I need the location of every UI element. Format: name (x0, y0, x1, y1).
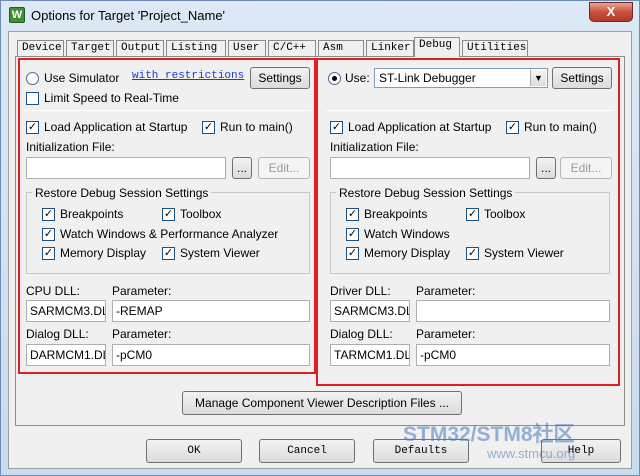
tab-target[interactable]: Target (66, 40, 114, 56)
dialog-body: Device Target Output Listing User C/C++ … (8, 31, 632, 469)
tab-asm[interactable]: Asm (318, 40, 364, 56)
keil-uvision-icon: W (9, 7, 25, 23)
watermark-brand: STM32/STM8社区 (403, 423, 575, 446)
options-window: W Options for Target 'Project_Name' X De… (0, 0, 640, 476)
tab-utilities[interactable]: Utilities (462, 40, 528, 56)
tab-cc[interactable]: C/C++ (268, 40, 316, 56)
title-bar[interactable]: W Options for Target 'Project_Name' X (1, 1, 639, 31)
right-highlight-box (316, 58, 620, 386)
tab-listing[interactable]: Listing (166, 40, 226, 56)
watermark-url: www.stmcu.org (487, 446, 576, 461)
debug-tab-panel: Use Simulator with restrictions Settings… (15, 56, 625, 426)
ok-button[interactable]: OK (146, 439, 242, 463)
manage-component-viewer-button[interactable]: Manage Component Viewer Description File… (182, 391, 462, 415)
tab-output[interactable]: Output (116, 40, 164, 56)
left-highlight-box (18, 58, 316, 374)
tab-debug[interactable]: Debug (414, 37, 460, 57)
tab-device[interactable]: Device (17, 40, 64, 56)
window-title: Options for Target 'Project_Name' (31, 8, 226, 23)
tab-linker[interactable]: Linker (366, 40, 414, 56)
close-button[interactable]: X (589, 2, 633, 22)
cancel-button[interactable]: Cancel (259, 439, 355, 463)
tab-user[interactable]: User (228, 40, 266, 56)
